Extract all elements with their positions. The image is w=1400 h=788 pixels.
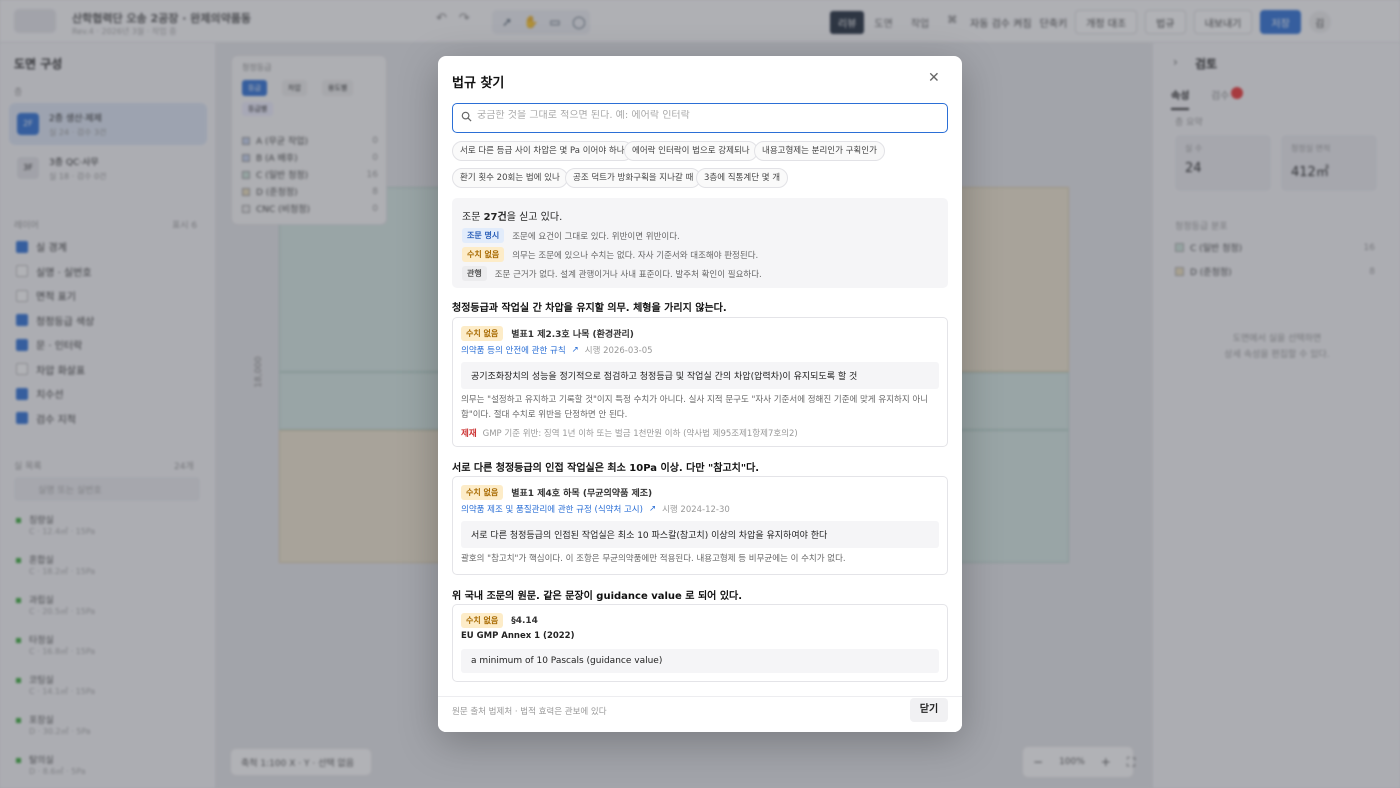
result-count: 27건 bbox=[483, 212, 507, 223]
article-note: 의무는 "설정하고 유지하고 기록할 것"이지 특정 수치가 아니다. 실사 지… bbox=[461, 395, 929, 420]
tag-practice: 관행 bbox=[462, 266, 487, 281]
legend-row: 수치 없음 의무는 조문에 있으나 수치는 없다. 자사 기준서와 대조해야 판정… bbox=[462, 247, 758, 262]
section-title: 위 국내 조문의 원문. 같은 문장이 guidance value 로 되어 … bbox=[452, 591, 743, 602]
tag-no-value: 수치 없음 bbox=[461, 326, 504, 341]
summary-heading: 조문 27건을 싣고 있다. bbox=[462, 212, 563, 223]
suggestion-chip[interactable]: 에어락 인터락이 법으로 강제되나 bbox=[624, 141, 758, 161]
law-link[interactable]: 의약품 제조 및 품질관리에 관한 규정 (식약처 고시) bbox=[461, 503, 643, 515]
article-quote: 공기조화장치의 성능을 정기적으로 점검하고 청정등급 및 작업실 간의 차압(… bbox=[461, 362, 939, 389]
modal-title: 법규 찾기 bbox=[452, 76, 505, 91]
section-title: 청정등급과 작업실 간 차압을 유지할 의무. 체형을 가리지 않는다. bbox=[452, 303, 727, 314]
article-ref: 별표1 제4호 하목 (무균의약품 제조) bbox=[511, 489, 653, 499]
law-source: EU GMP Annex 1 (2022) bbox=[461, 631, 575, 641]
legend-text: 조문에 요건이 그대로 있다. 위반이면 위반이다. bbox=[512, 231, 680, 242]
suggestion-chip[interactable]: 서로 다른 등급 사이 차압은 몇 Pa 이어야 하나 bbox=[452, 141, 633, 161]
legend-row: 조문 명시 조문에 요건이 그대로 있다. 위반이면 위반이다. bbox=[462, 228, 680, 243]
penalty-label: 제재 bbox=[461, 429, 477, 439]
close-button[interactable]: 닫기 bbox=[910, 698, 948, 722]
article-ref: §4.14 bbox=[511, 615, 538, 626]
law-card: 수치 없음 §4.14 EU GMP Annex 1 (2022) a minim… bbox=[452, 604, 948, 682]
law-link[interactable]: 의약품 등의 안전에 관한 규칙 bbox=[461, 344, 566, 356]
effective-date: 시행 2024-12-30 bbox=[662, 505, 730, 515]
suggestion-chip[interactable]: 공조 덕트가 방화구획을 지나갈 때 bbox=[565, 168, 702, 188]
close-icon[interactable]: ✕ bbox=[928, 70, 940, 86]
suggestion-chip[interactable]: 3층에 직통계단 몇 개 bbox=[696, 168, 789, 188]
article-note: 괄호의 "참고치"가 핵심이다. 이 조항은 무균의약품에만 적용된다. 내용고… bbox=[461, 554, 846, 564]
search-icon bbox=[461, 111, 472, 122]
suggestion-chip[interactable]: 환기 횟수 20회는 법에 있나 bbox=[452, 168, 568, 188]
law-search-box[interactable] bbox=[452, 103, 948, 133]
legend-text: 의무는 조문에 있으나 수치는 없다. 자사 기준서와 대조해야 판정된다. bbox=[512, 250, 759, 261]
section-title: 서로 다른 청정등급의 인접 작업실은 최소 10Pa 이상. 다만 "참고치"… bbox=[452, 463, 760, 474]
suggestion-chip[interactable]: 내용고형제는 분리인가 구획인가 bbox=[754, 141, 885, 161]
modal-footer: 원문 출처 법제처 · 법적 효력은 관보에 있다 닫기 bbox=[438, 696, 962, 732]
tag-no-value: 수치 없음 bbox=[462, 247, 505, 262]
law-card: 수치 없음 별표1 제4호 하목 (무균의약품 제조) 의약품 제조 및 품질관리… bbox=[452, 476, 948, 575]
article-quote: a minimum of 10 Pascals (guidance value) bbox=[461, 649, 939, 673]
penalty-row: 제재 GMP 기준 위반: 징역 1년 이하 또는 벌금 1천만원 이하 (약사법… bbox=[461, 427, 798, 439]
legend-text: 조문 근거가 없다. 설계 관행이거나 사내 표준이다. 발주처 확인이 필요하… bbox=[494, 269, 762, 280]
tag-explicit: 조문 명시 bbox=[462, 228, 505, 243]
external-link-icon[interactable]: ↗ bbox=[572, 345, 579, 355]
source-note: 원문 출처 법제처 · 법적 효력은 관보에 있다 bbox=[452, 707, 607, 717]
article-quote: 서로 다른 청정등급의 인접된 작업실은 최소 10 파스칼(참고치) 이상의 … bbox=[461, 521, 939, 548]
legend-row: 관행 조문 근거가 없다. 설계 관행이거나 사내 표준이다. 발주처 확인이 필… bbox=[462, 266, 762, 281]
law-search-input[interactable] bbox=[477, 110, 937, 121]
tag-no-value: 수치 없음 bbox=[461, 613, 504, 628]
article-ref: 별표1 제2.3호 나목 (환경관리) bbox=[511, 330, 634, 340]
external-link-icon[interactable]: ↗ bbox=[649, 504, 656, 514]
law-card: 수치 없음 별표1 제2.3호 나목 (환경관리) 의약품 등의 안전에 관한 규… bbox=[452, 317, 948, 447]
penalty-text: GMP 기준 위반: 징역 1년 이하 또는 벌금 1천만원 이하 (약사법 제… bbox=[482, 429, 798, 439]
tag-no-value: 수치 없음 bbox=[461, 485, 504, 500]
effective-date: 시행 2026-03-05 bbox=[584, 346, 653, 356]
result-summary: 조문 27건을 싣고 있다. 조문 명시 조문에 요건이 그대로 있다. 위반이면… bbox=[452, 198, 948, 288]
law-search-modal: 법규 찾기 ✕ 서로 다른 등급 사이 차압은 몇 Pa 이어야 하나 에어락 … bbox=[438, 56, 962, 732]
